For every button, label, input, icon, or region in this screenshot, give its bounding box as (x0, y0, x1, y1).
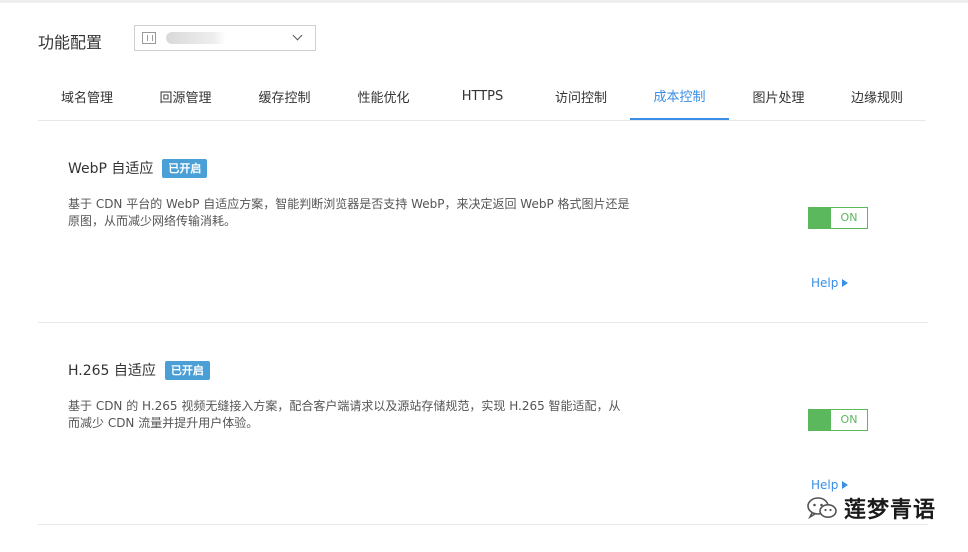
triangle-right-icon (842, 279, 849, 287)
header: 功能配置 (38, 25, 316, 53)
page: 功能配置 域名管理 回源管理 缓存控制 性能优化 HTTPS 访问控制 成本控制… (0, 0, 968, 552)
triangle-right-icon (842, 481, 849, 489)
watermark-text: 莲梦青语 (843, 498, 936, 523)
h265-toggle[interactable]: ON (808, 409, 868, 431)
tab-access-control[interactable]: 访问控制 (532, 73, 630, 119)
section-description: 基于 CDN 平台的 WebP 自适应方案，智能判断浏览器是否支持 WebP，来… (68, 196, 658, 230)
tab-cost-control[interactable]: 成本控制 (630, 73, 729, 120)
tab-https[interactable]: HTTPS (433, 73, 532, 119)
webp-title-row: WebP 自适应 已开启 (68, 158, 208, 178)
watermark: 莲梦青语 (806, 492, 936, 524)
toggle-knob (809, 410, 831, 430)
help-label: Help (811, 478, 839, 492)
description-line: 基于 CDN 的 H.265 视频无缝接入方案，配合客户端请求以及源站存储规范，… (68, 399, 621, 413)
section-title: H.265 自适应 (68, 363, 156, 379)
toggle-label: ON (840, 211, 858, 224)
webp-help-link[interactable]: Help (811, 276, 849, 290)
tab-cache-control[interactable]: 缓存控制 (235, 73, 334, 119)
section-title: WebP 自适应 (68, 161, 154, 177)
status-badge: 已开启 (162, 158, 208, 178)
wechat-icon (806, 496, 838, 520)
domain-value-redacted (166, 32, 226, 44)
tab-domain-management[interactable]: 域名管理 (38, 73, 136, 119)
description-line: 原图，从而减少网络传输消耗。 (68, 214, 237, 228)
page-title: 功能配置 (38, 33, 103, 52)
toggle-knob (809, 208, 831, 228)
top-border (0, 0, 968, 3)
webp-toggle[interactable]: ON (808, 207, 868, 229)
status-badge: 已开启 (164, 360, 210, 380)
tab-performance[interactable]: 性能优化 (334, 73, 433, 119)
tab-edge-rules[interactable]: 边缘规则 (828, 73, 926, 119)
tab-image-processing[interactable]: 图片处理 (729, 73, 828, 119)
h265-help-link[interactable]: Help (811, 478, 849, 492)
tab-origin-management[interactable]: 回源管理 (136, 73, 235, 119)
toggle-label: ON (840, 413, 858, 426)
tab-bar: 域名管理 回源管理 缓存控制 性能优化 HTTPS 访问控制 成本控制 图片处理… (38, 73, 926, 121)
domain-select[interactable] (134, 25, 316, 51)
help-label: Help (811, 276, 839, 290)
section-divider (38, 524, 928, 525)
h265-title-row: H.265 自适应 已开启 (68, 360, 210, 380)
description-line: 而减少 CDN 流量并提升用户体验。 (68, 416, 259, 430)
webp-section: WebP 自适应 已开启 基于 CDN 平台的 WebP 自适应方案，智能判断浏… (38, 122, 928, 322)
description-line: 基于 CDN 平台的 WebP 自适应方案，智能判断浏览器是否支持 WebP，来… (68, 197, 630, 211)
section-description: 基于 CDN 的 H.265 视频无缝接入方案，配合客户端请求以及源站存储规范，… (68, 398, 658, 432)
chevron-down-icon (292, 30, 303, 41)
domain-icon (142, 32, 156, 44)
h265-section: H.265 自适应 已开启 基于 CDN 的 H.265 视频无缝接入方案，配合… (38, 323, 928, 523)
